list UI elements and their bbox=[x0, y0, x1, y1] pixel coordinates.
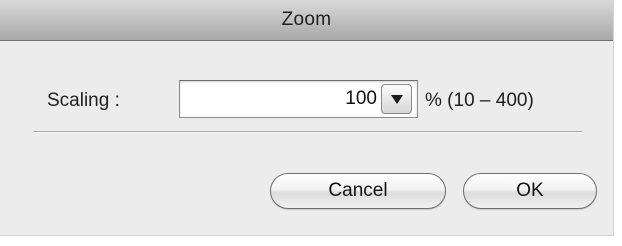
dialog-title: Zoom bbox=[281, 9, 332, 30]
separator bbox=[33, 131, 582, 133]
zoom-dialog: Zoom Scaling : 100 % (10 – 400) Cancel O… bbox=[0, 0, 614, 236]
scaling-label: Scaling : bbox=[47, 90, 120, 111]
ok-button[interactable]: OK bbox=[463, 173, 597, 209]
scaling-dropdown-button[interactable] bbox=[381, 84, 412, 114]
title-bar[interactable]: Zoom bbox=[0, 0, 613, 41]
cancel-button[interactable]: Cancel bbox=[270, 173, 446, 209]
scaling-value-input[interactable]: 100 bbox=[345, 81, 377, 117]
scaling-range-hint: % (10 – 400) bbox=[425, 90, 534, 111]
chevron-down-icon bbox=[390, 94, 403, 104]
